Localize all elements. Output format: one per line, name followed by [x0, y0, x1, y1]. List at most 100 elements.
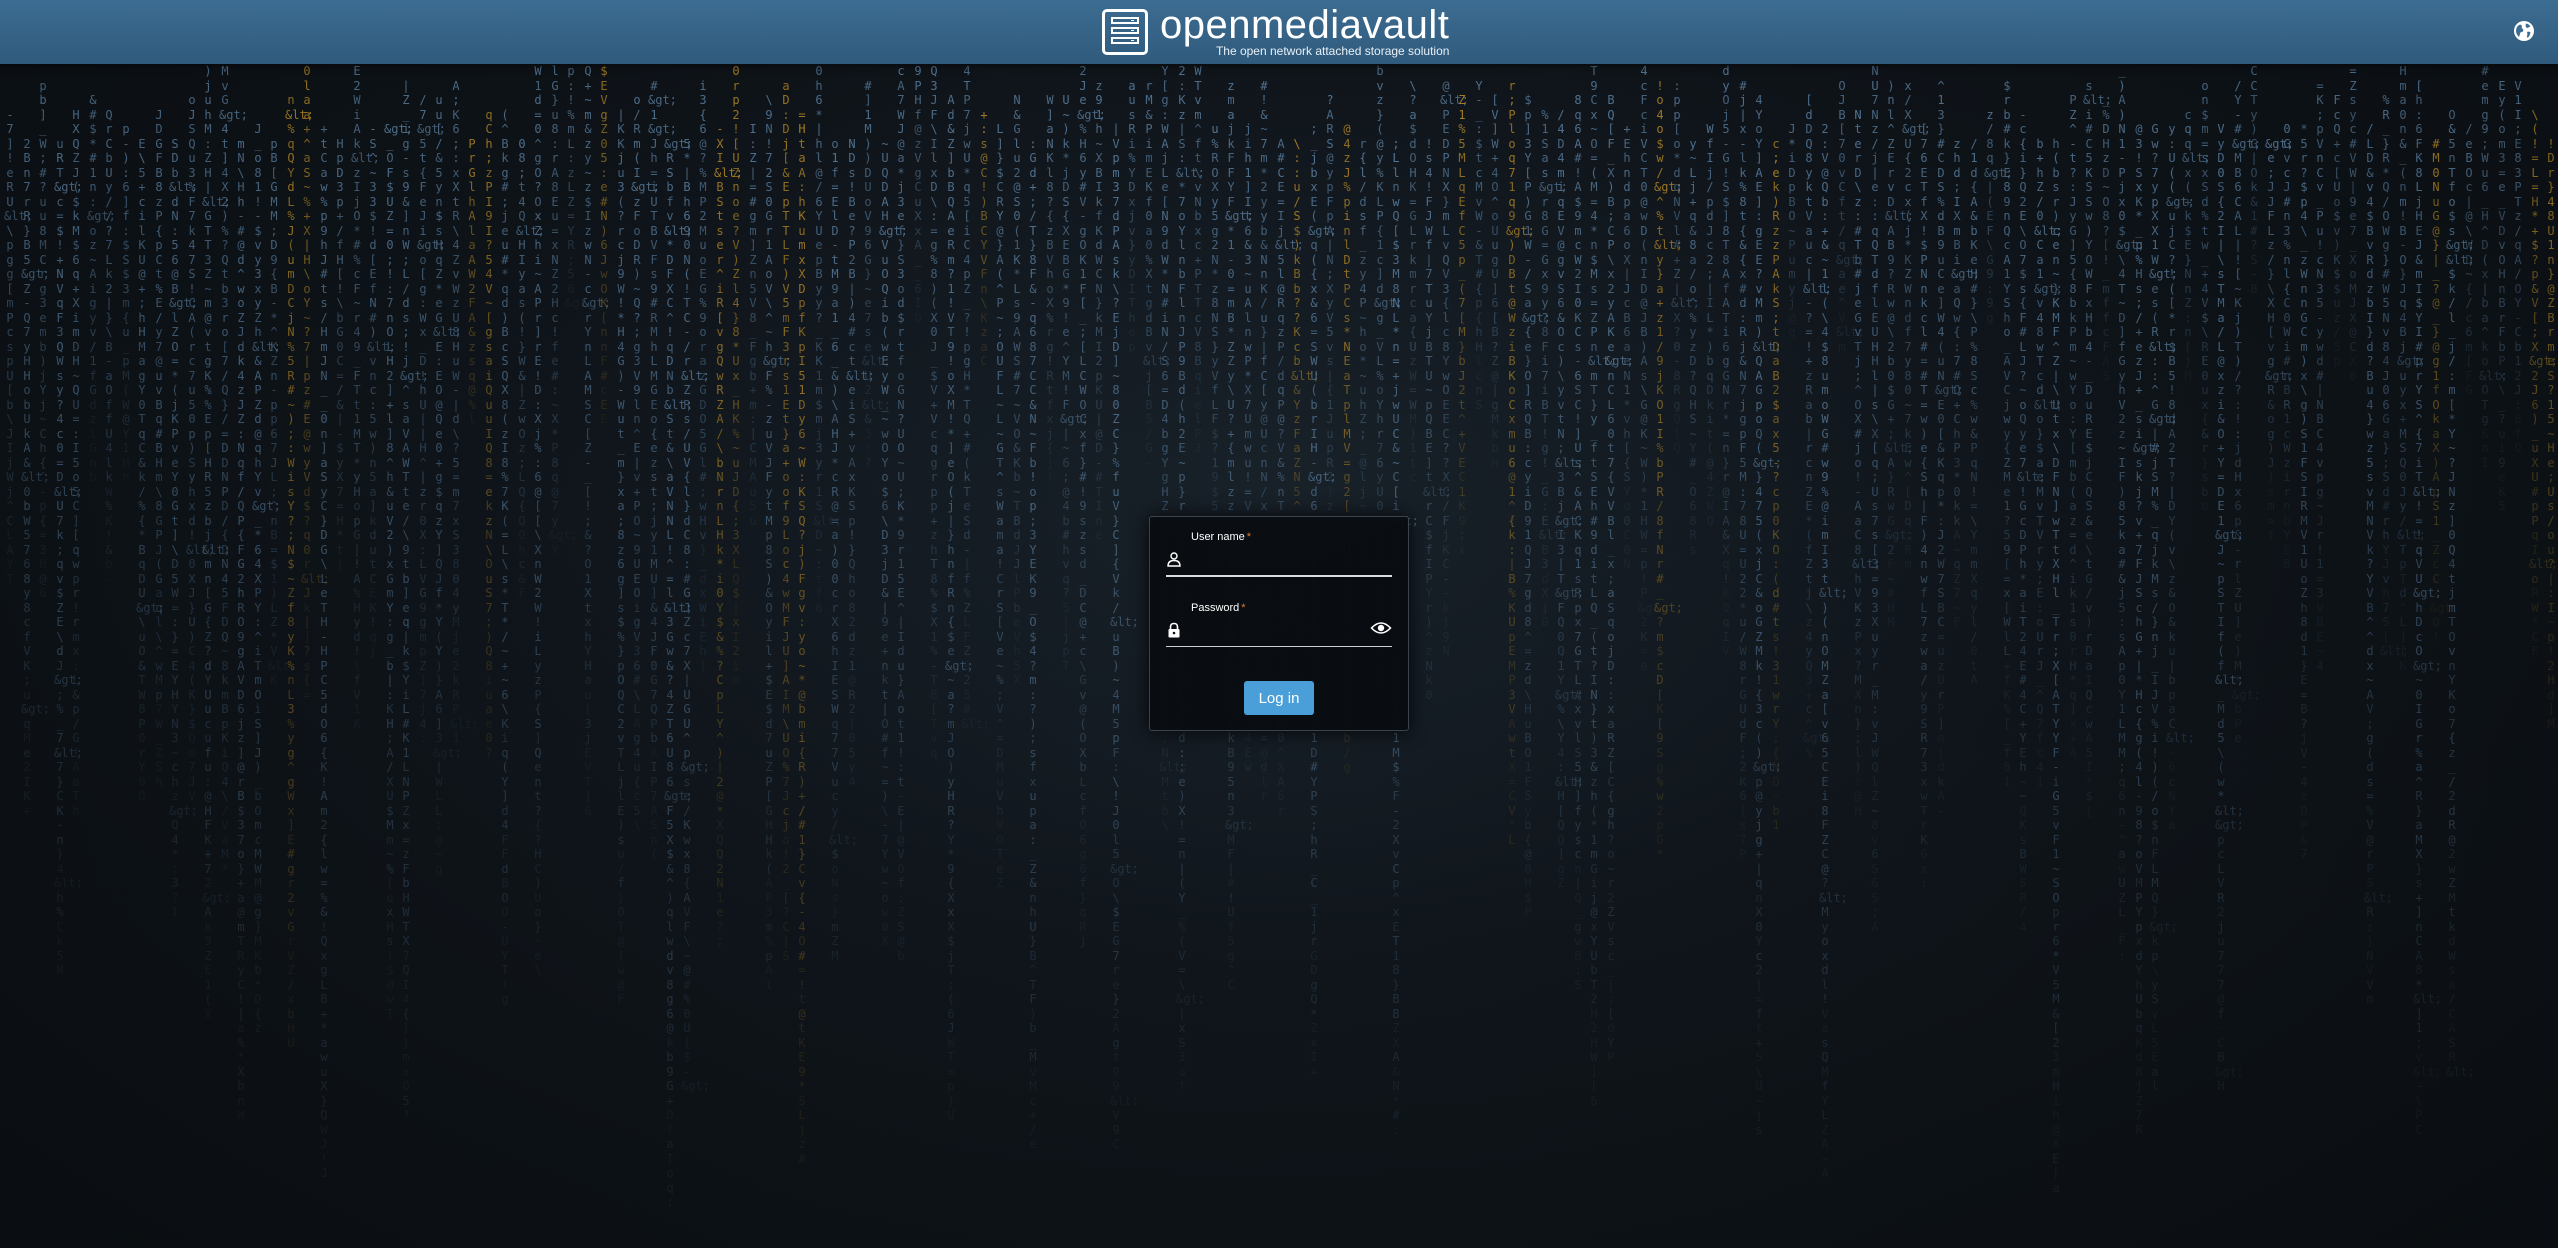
- matrix-rain-column: c A 7 W J @ a * j 3 e f} S 3 o d $ r t f o G N? U O ~ U; K * 9 r 1 5 E ^ | I…: [895, 64, 907, 963]
- matrix-rain-column: # &gt; 1 &gt; Jh = i U T B V Fs 9 # R Mh L M G Eo{e z s t; j y 1 M…: [648, 64, 677, 862]
- matrix-rain-column: J * i Dp B O ~ Pu m y j @ g: [1786, 64, 1798, 340]
- matrix-rain-column: Hm a 0 n & _(n m! B - O} Jq 4 Bj &gt; u y x + M S Q 0 Jy / &lt; T…: [2397, 64, 2426, 673]
- matrix-rain-column: Q + ~ m & z y ~ z $ Iz w N - c &gt; r Yn L A M S C[Z - _[!; &? O 1 X…: [582, 64, 611, 818]
- matrix-rain-column: * 5 r? $ p 4 \ _ z Wn n G Cm) x \ g) S 1 F S I R M V 1 Uo Zh 8 d 1} E =…: [2298, 64, 2310, 862]
- matrix-rain-column: /1 d{A & b Ke H #} \ P% 8 Sc% w & Pq N! = \ Ym m Xq y l/0 t A: [1968, 64, 1980, 688]
- matrix-rain-column: | Vp m 3 7 d P As k \? Ej D] ~8 0 Z C}% f u V} C]{Vk / &lt; u B…: [1110, 64, 1139, 1152]
- matrix-rain-column: Wf Ij / p d Jc 2; | I L *) b q Dk i t(@4 Z N Q: [1704, 64, 1716, 528]
- matrix-rain-column: / L D & v 4 $ Bv Rd z b I} d? Bu 4} w z 5 s v M N Vk? Y V B ^ ^ d x ~ A…: [2364, 64, 2393, 1007]
- matrix-rain-column: &gt; _ O F $ U Z = 0;!:7 n O L H 2] + l] 8 ^ h & u V 2) x Gm Y: g _…: [384, 64, 413, 1021]
- matrix-rain-column: $ E Vg Z 0 5: e # N) 6 Jw O K[n n F # c E E: [598, 64, 610, 427]
- matrix-rain-column: Vy D 0 S{2 I | \ s T Ma / L @ x z i & O + Y = D E 1 &gt; J ~ p S T If(…: [2215, 64, 2244, 1094]
- matrix-rain-column: p b] _ W; #? u u 8 M Cr g 3 e m b) j Yj ~ Ch{^ - p{= 3 H @6: [37, 64, 49, 601]
- matrix-rain-column: \? a $ d O H K = G Lr k m r c a{Uz W = W M) 1 t c: [1407, 64, 1419, 485]
- login-button[interactable]: Log in: [1244, 681, 1314, 715]
- matrix-rain-column: ~ U Q D A H &gt; Vu O Qi b(w Ey W _ ~ w O Yo $6 \ D 3 j D & | 9 e + n…: [879, 64, 908, 949]
- matrix-rain-column: ) j u h M: Z H | &lt; G T T 3 Z ~ m @ v t g K%% Ep[H R 5 z b j &lt;…: [202, 64, 231, 1021]
- matrix-rain-column: | K Kj u 3(? r c j 9 W! * H 4 G) - Wu t _ m} x a; 8 z 6 g] s $%} p O…: [615, 64, 627, 1007]
- lock-icon: [1168, 622, 1180, 638]
- matrix-rain-column: Y - _: $ t c Mv W - & T #{p{h Hl c n S: [1473, 64, 1485, 412]
- matrix-rain-column: 5 * | Bh 6 9 0 N(! T C - / r &lt; Z Rs / U V{l} d C 8: # G J Zc 7 X…: [681, 64, 710, 1094]
- matrix-rain-column: Qr Cb Uy / /? 7 Lk 2 |} \ B - a Of f U 4 l k W% K! & b -: [103, 64, 115, 586]
- matrix-rain-column: [7 6 E Tf X! $ P Nn k c l # = # T = w) e{Sh | F) 4 n w f L 7 z w a / y…: [1918, 64, 1930, 891]
- matrix-rain-column: u%ROXy5g2N*z8NS}yVfLF$?19$5AAsuR: [1209, 64, 1221, 586]
- matrix-rain-column: l G} u 8: r A 8 Eu = x N Z 2 Hc! f e #: ~ X * P 8 q @7 y &gt; Y: [549, 64, 578, 557]
- matrix-rain-column: Gw? 7 y p X X 1 W &gt; e s(R &lt;:: ^ G &gt; | # j S M% _ q j k…: [2149, 64, 2178, 1094]
- password-input[interactable]: [1190, 618, 1364, 644]
- password-field: Password *: [1166, 602, 1392, 647]
- matrix-rain-column: i 3{6 @?% M P 2 Mu o E G% 9 o r a z G D O 5 Gl #; w Hv} _ d x Wi Eh…: [697, 64, 709, 673]
- matrix-rain-column: : Gd +; / T} 8 F & - q 6 8 7 C C & N ~ Fb! o p; 3 Y E K 9 _ O $4? m:?…: [1027, 64, 1039, 1152]
- login-dialog: User name * Password * Log in: [1149, 516, 1409, 731]
- matrix-rain-column: Mv G &gt; 4 t] 4 X 2)%? Qt b 3 r o[7/Q} / = D D N P D /{D N 4 5…: [219, 64, 248, 876]
- matrix-rain-column: | Z _ i g - s 9 &] n W; L / d s;! j &gt; ^ s a V A W Tt e / \ 9 t b] e…: [400, 64, 429, 1123]
- matrix-rain-column: - X I &lt; B St s e r ^ i R[v g Qw R Z A / \ b Nr n L Hk * i 0 Y $ &%…: [714, 64, 743, 949]
- matrix-rain-column: +: s @ C!) B C Y V Fn \ Kz a C: [978, 64, 990, 369]
- username-field: User name *: [1166, 531, 1392, 577]
- matrix-rain-column: N U 7 Nz / j | e:: q Q Td f l E U H Hl | s \ X[q; Us 7 s[3 = 9 3 Xu…: [1869, 64, 1881, 934]
- matrix-rain-column: y: U((&gt; u j C?!([* r $ B 5! 8 d A 2 T? | D Y(v \ z & O & k u…: [2166, 64, 2195, 833]
- matrix-rain-column: o n $ m = s x Sd% t w _ +4 V $ \ R E 0 u x{& r} s b o: [2199, 64, 2211, 514]
- matrix-rain-column: % 1 Sa s &gt; r 8 G = Gx 9 y? 8 Fi 7 i B T! g! _ G: E &lt; B 3 d X…: [1539, 64, 1568, 630]
- matrix-rain-column: z 9 1 h ~ X B Ik f Kd W C N} k M I 2 p K U | @ D - # T In e: [1093, 64, 1105, 543]
- brand-text: openmediavault The open network attached…: [1160, 5, 1449, 57]
- matrix-rain-column: d y Oj 5- G! S $] 8 T 8 Af A Ti 6 g G Nr * = n} r @ I A & Xq! k 0 q I…: [1720, 64, 1732, 659]
- matrix-rain-column: u u[/ & 5 y n $ s Hq Z * e G &lt; E: E O @ Qe 0 + g $ q z Y] Q Jf * Y…: [433, 64, 462, 876]
- username-input[interactable]: [1190, 547, 1364, 573]
- username-label: User name *: [1191, 531, 1251, 543]
- matrix-rain-column: / Y - # &gt; M B 6 C A L |![~ Kj) T) /?:!: j d Hx 6 p & - r l Z U…: [2232, 64, 2261, 746]
- matrix-rain-column: N Ds! Be? P 2 B |) 4 # c t &lt; e i S + v Ax K Sp!} Qh o 8 2 d z 1…: [846, 64, 875, 789]
- matrix-rain-column: a u s Ri% Y Dx j v} y D I Th e p: [1126, 64, 1138, 354]
- matrix-rain-column: Pr Gl h Al a A W 2 F A & z s q @% l: [466, 64, 478, 427]
- matrix-rain-column: ! o 4 o $ w / &gt; ^% t &lt; y} a + z 1/9 j K O 1 I% b P R/8 f Nr…: [1654, 64, 1683, 862]
- matrix-rain-column: Fc Q + c[Uo $ v) K $ $ u z/5 p: [2331, 64, 2343, 369]
- matrix-rain-column: [h:6 F K 8 Lj H E J & m I $ Y I # p r Y S ^{7 i T &lt;! =! q V U &g…: [2413, 64, 2442, 1137]
- matrix-rain-column: - S ^ ~3 3 $! d[Ef N #) &lt; v n c:5 w) n 5 a] k d u t C E K! q j: [367, 64, 396, 659]
- matrix-rain-column: $ p] 3 Y[P) G 1 W - / Sa &gt;{e} O] R Q B: c y i D 9 1 Q J 7 g d 8…: [1522, 64, 1551, 920]
- matrix-rain-column: 9 P Hf @ z Vg Cu Xx A _ _ 6 I Q: [912, 64, 924, 325]
- matrix-rain-column: #] 1 M)) D Uo V 9 6 G} ~ e 7 s e &lt; U 2 &lt; & 3!?: [862, 64, 891, 470]
- matrix-rain-column: Z 1% 5 M Lq Ef C 5 p _(7[M} b J 2 t ^ + V E C 1 K 9; x: [1456, 64, 1468, 557]
- matrix-rain-column: &gt; e; J J F Lz /} \ X H[v g &gt; R & o g) J) s m = f: [2265, 64, 2294, 543]
- matrix-rain-column: @ &lt; P E D P N X} m Lv Q V 3{l c 8 Yw O E E C?? X C / Fj K C - - k…: [1440, 64, 1469, 659]
- matrix-rain-column: ^ 1 3} # C D S% d B 9 u Ce] W 4(u N &gt; E 0[& Kq p *: J 2 W 7 S B…: [1935, 64, 1964, 818]
- login-screen: openmediavault The open network attached…: [0, 0, 2558, 1248]
- matrix-rain-column: # M 0 Nu G @} | _? @ _} @ g 1 f Ok a X) Ap S 1 _ Zc C / &gt; Q!: [2430, 64, 2459, 644]
- matrix-rain-column: 2: V @ Qb: + & ~1 l(\ 4 $8 u m o W G # w 9% @ i m I 3 t &lt;)(n O…: [1819, 64, 1848, 1181]
- matrix-rain-column: r; Pl o q 7 1 q 9 &gt;) D Bt @ Wz i B Ko Cx m u 6 @1 ^{k: | B% K…: [1506, 64, 1535, 847]
- matrix-rain-column: [d D Q 8 y k t Va u c | &lt; -? =! + z Ra b | r c n Z E *(f Zt j \ z…: [1803, 64, 1832, 760]
- matrix-rain-column: P Z ^ - t?: Jy G] 5{8 b k Pm ~ w Yo: Y[m b(a z = d ^ i k 1 s 0 r H…: [2067, 64, 2079, 760]
- matrix-rain-column: u R T &gt; c = $! + N Vq F 3 Q Ws y? 4 c 0 = D &lt; U 7 k; q v $ Z E…: [54, 64, 83, 978]
- matrix-rain-column: p:!% m L: z L Z = Y R; 5 6 &gt;: [565, 64, 594, 311]
- matrix-rain-column: = K; p Vn Cv _ Pu! c N 3 5- y w d # | N B C 4 v p g ~ Jr! 1 = 3 V B E ~…: [2314, 64, 2326, 673]
- matrix-rain-column: I: Z | = # g m] Zn 5 V 8 _ Fg b + m:] C M Au 5 u: [747, 64, 759, 528]
- matrix-rain-column: r M & Pi m E Kf 0 a 0% Xt g d Bv &lt; j[B 5/G -: [1143, 64, 1172, 470]
- matrix-rain-column: o / Rm(I &gt; z Fo D R) ~ Q?; g 3 V 9 l n ^ E | v + P O ~9 U E Oi g…: [631, 64, 660, 833]
- password-visibility-toggle[interactable]: [1370, 619, 1392, 637]
- matrix-rain-column: + Eh n d p a 6 o X | Jc B 6 a e N 1 * v h[{S Yo 0 C 0 N: [1621, 64, 1633, 572]
- user-icon: [1167, 552, 1181, 567]
- matrix-rain-column: (^ Bk g #; j e u # * q d) Bc S Q X 8(z I 8% 7 K(= L \ s * T * / ~ + ~…: [499, 64, 511, 1007]
- matrix-rain-column: o 1 f = El D - t M 9 a 1 _ 6 _ &) \ A H J * c R @ = a) 0 0 c r X 6 h I E S W…: [829, 64, 858, 963]
- matrix-rain-column: \ 9 N! 7 2 S 0 Gr 1 Ao V \ ^ ~ h &gt; F% - z u V J Fy t Mp 8 S) & Oy…: [763, 64, 792, 992]
- matrix-rain-column: z/8 q &gt; |(E F \ G 9:9 g: [1984, 64, 2013, 325]
- matrix-rain-column: -7]! e R U &lt; \ p g g[m Pc s p U[b \ J Ij Wj ^ C L A Y T: [4, 64, 33, 586]
- matrix-rain-column: b + h Z/0 &lt; Ca 1 &gt; v 4 8 w Tc d &lt; o} $ a e Mv T Vr y;…: [2034, 64, 2063, 789]
- matrix-rain-column: E 2 Wi Ak &lt; z Ij O * #% c F ~ r 4 9 _ F Tt 1 M T * y Ho p G |! A%…: [351, 64, 380, 731]
- matrix-rain-column: 0 l a a + ^ a S ~% + X | H \ o Y ~? 7 | p z # E @ w y Vd $? q 0 r &lt; J…: [301, 64, 330, 702]
- matrix-rain-column: A; K 6;: x Xt R \ 4 Zv Wz U 8 Hu W - | d \? 5 = m 7 x S 3 8 0 4 y Mj e…: [450, 64, 479, 746]
- matrix-rain-column: V 1 I; E 8 3 P Tz / q A / O Y - Cb 1 2 J:8 f O: [2512, 64, 2524, 456]
- matrix-rain-column: h(b s r) c e n ~} K M F ^ Z | \ Ut x \ D F N] w Tt X Hl _ Tr; X[A T…: [2050, 64, 2062, 1195]
- matrix-rain-column: /7 &gt; 5 t{Fe Ji &gt; o[g: Wx _ D! h U | | H ^ | z r 0 X: L V…: [417, 64, 446, 746]
- matrix-rain-column: = Ht a A: h Ku m x X Dp f Kp I 5 1 Dy 6 ~ W: K S Q? j) Fg v: y o ~ *…: [796, 64, 808, 1166]
- matrix-rain-column: W 1 d = 0 ^ g O? Ox Zh i ~ A Pr] r E! D: Xj%:6 @[[\ Xn W 2 W! i…: [532, 64, 544, 978]
- matrix-rain-column: 0 h 6 * | h l @/6 Y Ue p By y? _ K K 1 m $ m j 3 y r 1 S &lt; D ~: t f…: [813, 64, 842, 615]
- matrix-rain-column: T 9 Cx ~ O =(M = 4 * n $ Ms = Z Pn &lt; m T} y _ f t S Eh #9 d i t L…: [1588, 64, 1617, 1108]
- language-button[interactable]: [2512, 19, 2536, 43]
- matrix-rain-column: J _ o 8 1! - $ v y 3 x y Zh &lt; & A P Zd @ q h Yv &gt; _ * 6 4 X P Y…: [252, 64, 281, 1036]
- matrix-rain-column: % R _} R * Q / O Wg} # W 5 Nv 8 4 J 0 6 Ga}; Sd # r h Y Jv h 7 S[&l…: [2380, 64, 2409, 659]
- globe-icon: [2514, 21, 2534, 41]
- brand-tagline: The open network attached storage soluti…: [1160, 45, 1449, 57]
- matrix-rain-column: 0 8; t 4 Q &lt; H Iy a s(!} W & | Zw Oz; L Q{Q Oh c & F: [516, 64, 545, 601]
- matrix-rain-column: # e m g 9; Wu 6 _ H ^ D(x | b a ^ k o &lt; O Tg & n I: [2479, 64, 2508, 470]
